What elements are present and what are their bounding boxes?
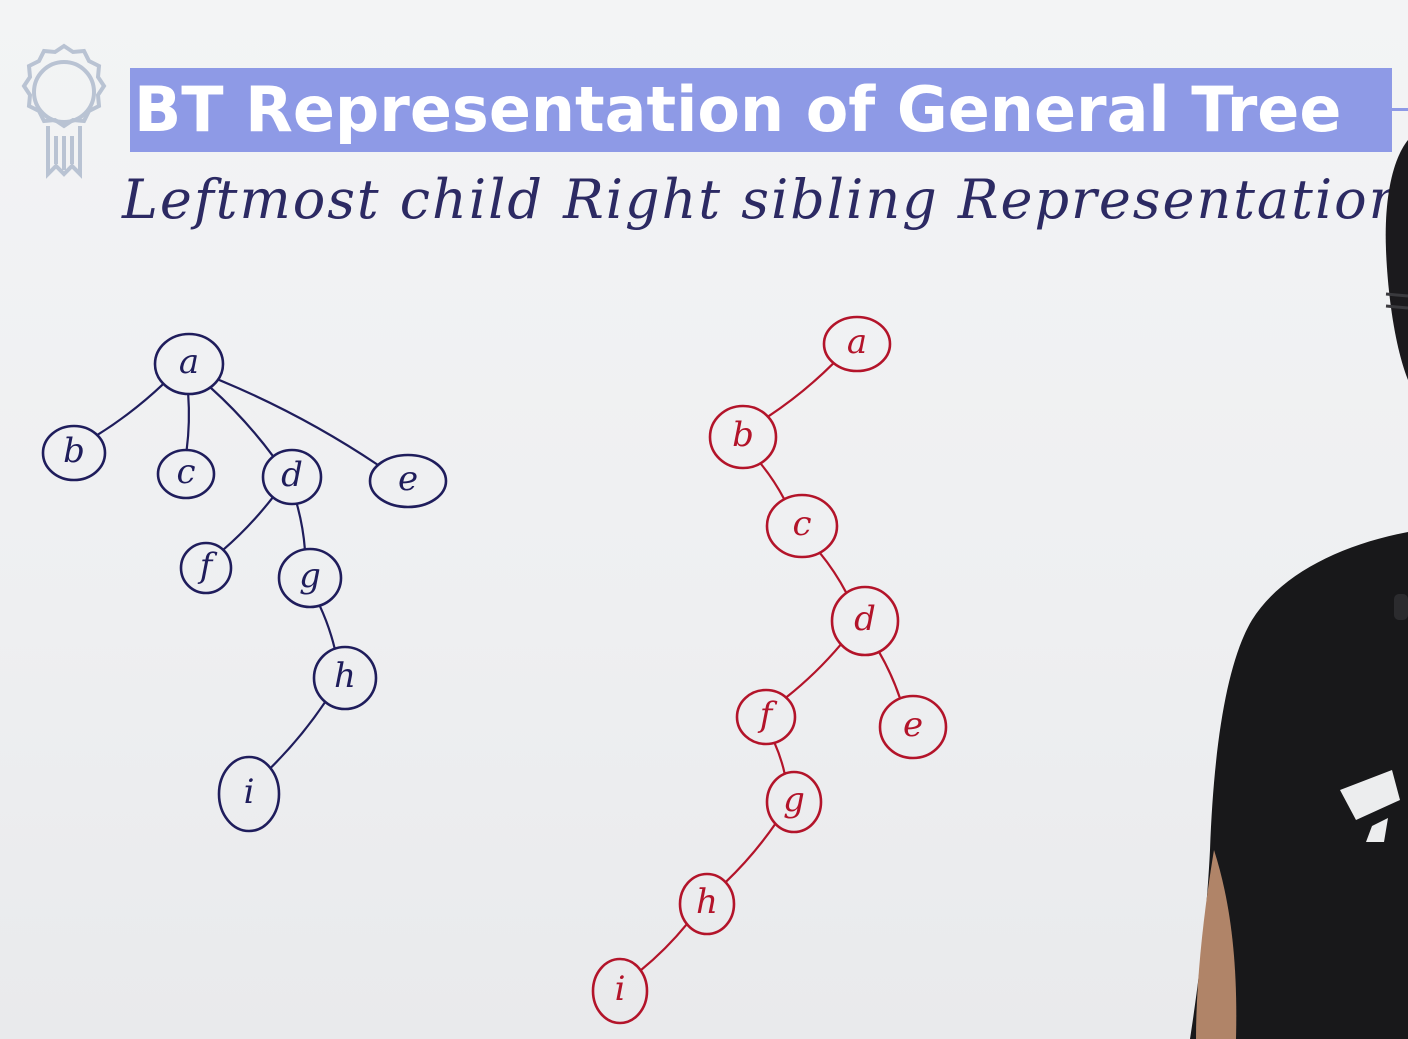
tree-diagram-board: a b c d e f g h i a b c d f e g h i — [41, 315, 948, 1025]
general-tree-edge-g-h — [318, 604, 336, 650]
general-tree-edge-a-e — [216, 378, 380, 467]
node-label: f — [757, 695, 778, 735]
binary-tree-edge-f-g — [773, 741, 786, 775]
binary-tree-node-c: c — [765, 493, 839, 559]
general-tree-edge-h-i — [269, 700, 327, 770]
node-label: f — [197, 546, 218, 586]
binary-tree-edge-c-d — [818, 551, 848, 595]
node-label: h — [334, 656, 356, 696]
node-label: e — [398, 459, 418, 499]
binary-tree-node-g: g — [765, 770, 823, 834]
binary-tree-edge-a-b — [766, 361, 835, 418]
node-label: g — [299, 556, 321, 596]
binary-tree-edge-d-e — [877, 650, 902, 700]
binary-tree-edge-h-i — [639, 922, 689, 972]
general-tree-edge-a-d — [209, 386, 275, 458]
node-label: i — [244, 772, 255, 812]
binary-tree-node-f: f — [735, 688, 797, 746]
general-tree-node-f: f — [179, 541, 233, 595]
node-label: a — [179, 342, 199, 382]
node-label: a — [847, 322, 867, 362]
node-label: i — [615, 969, 626, 1009]
general-tree-edge-d-g — [295, 502, 307, 551]
node-label: e — [903, 705, 923, 745]
general-tree-node-b: b — [41, 424, 107, 482]
node-label: d — [281, 455, 303, 495]
node-label: h — [696, 882, 718, 922]
general-tree-node-i: i — [217, 755, 281, 833]
binary-tree-node-h: h — [678, 872, 736, 936]
general-tree-node-e: e — [368, 453, 448, 509]
node-label: c — [792, 504, 811, 544]
binary-tree-node-d: d — [830, 585, 900, 657]
node-label: g — [783, 780, 805, 820]
general-tree-edge-d-f — [222, 496, 274, 551]
general-tree-edge-a-c — [185, 392, 191, 452]
node-label: d — [854, 599, 876, 639]
general-tree-node-c: c — [156, 448, 216, 500]
binary-tree-node-i: i — [591, 957, 649, 1025]
node-label: b — [63, 431, 85, 471]
general-tree-node-h: h — [312, 645, 378, 711]
binary-tree-node-a: a — [822, 315, 892, 373]
general-tree-node-g: g — [277, 547, 343, 609]
binary-tree-edge-b-c — [759, 462, 786, 501]
binary-tree-node-e: e — [878, 694, 948, 760]
general-tree-node-d: d — [261, 448, 323, 506]
binary-tree-edge-g-h — [724, 822, 777, 884]
general-tree: a b c d e f g h i — [41, 332, 448, 833]
node-label: b — [732, 415, 754, 455]
binary-tree-node-b: b — [708, 404, 778, 470]
node-label: c — [176, 452, 195, 492]
binary-tree: a b c d f e g h i — [591, 315, 948, 1025]
binary-tree-edge-d-f — [784, 643, 843, 699]
general-tree-edge-a-b — [96, 382, 165, 437]
general-tree-node-a: a — [153, 332, 225, 396]
